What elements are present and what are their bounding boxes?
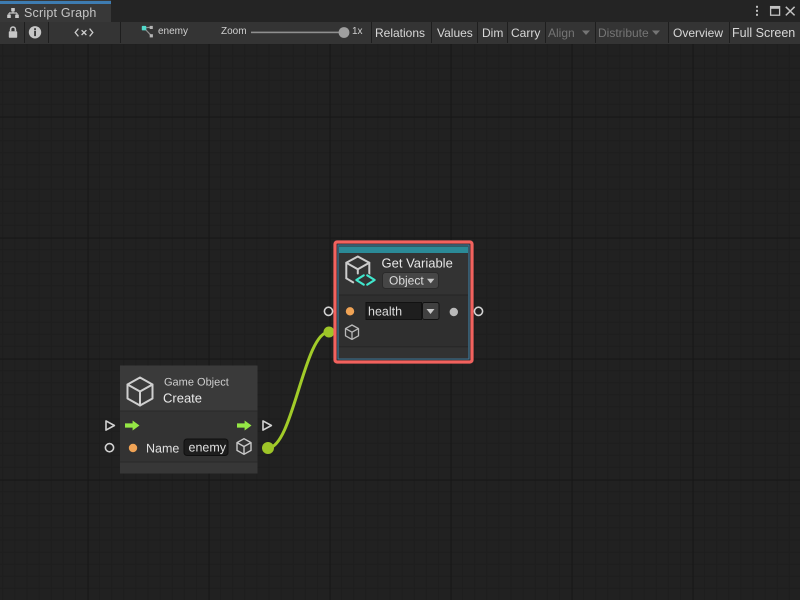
svg-text:Create: Create [163,391,202,406]
svg-text:Object: Object [389,274,424,288]
svg-text:health: health [368,305,402,319]
svg-text:Get Variable: Get Variable [382,256,453,271]
svg-text:enemy: enemy [189,441,227,455]
svg-text:Game Object: Game Object [164,377,229,389]
svg-text:Name: Name [146,442,179,456]
